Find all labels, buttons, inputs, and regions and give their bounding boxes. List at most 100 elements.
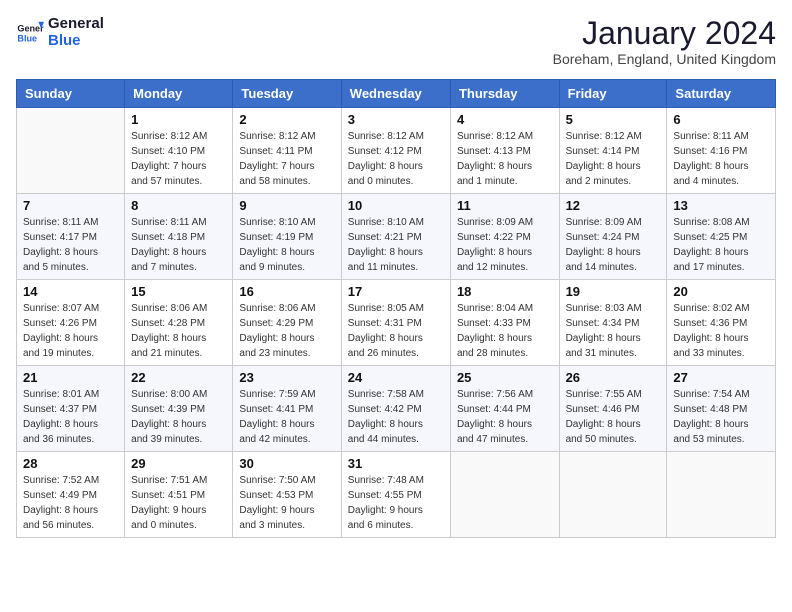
- location-subtitle: Boreham, England, United Kingdom: [553, 51, 776, 67]
- calendar-day-cell: 24Sunrise: 7:58 AM Sunset: 4:42 PM Dayli…: [341, 366, 450, 452]
- svg-text:Blue: Blue: [17, 33, 37, 43]
- calendar-week-row: 1 Sunrise: 8:12 AM Sunset: 4:10 PM Daylig…: [17, 108, 776, 194]
- day-number: 22: [131, 370, 226, 385]
- logo-text-general: General: [48, 16, 104, 33]
- calendar-day-cell: 26 Sunrise: 7:55 AM Sunset: 4:46 PM Dayli…: [559, 366, 667, 452]
- day-info: Sunrise: 7:56 AM Sunset: 4:44 PM Dayligh…: [457, 387, 553, 447]
- day-number: 25: [457, 370, 553, 385]
- calendar-week-row: 7Sunrise: 8:11 AM Sunset: 4:17 PM Daylig…: [17, 194, 776, 280]
- calendar-day-header: Friday: [559, 80, 667, 108]
- calendar-day-cell: 23Sunrise: 7:59 AM Sunset: 4:41 PM Dayli…: [233, 366, 341, 452]
- day-number: 2: [239, 112, 334, 127]
- calendar-day-cell: 8 Sunrise: 8:11 AM Sunset: 4:18 PM Daylig…: [125, 194, 233, 280]
- day-info: Sunrise: 8:02 AM Sunset: 4:36 PM Dayligh…: [673, 301, 769, 361]
- calendar-day-header: Saturday: [667, 80, 776, 108]
- day-number: 17: [348, 284, 444, 299]
- calendar-day-cell: 6 Sunrise: 8:11 AM Sunset: 4:16 PM Daylig…: [667, 108, 776, 194]
- day-info: Sunrise: 8:12 AM Sunset: 4:14 PM Dayligh…: [566, 129, 661, 189]
- day-number: 20: [673, 284, 769, 299]
- day-info: Sunrise: 8:07 AM Sunset: 4:26 PM Dayligh…: [23, 301, 118, 361]
- calendar-day-cell: 1 Sunrise: 8:12 AM Sunset: 4:10 PM Daylig…: [125, 108, 233, 194]
- day-info: Sunrise: 8:05 AM Sunset: 4:31 PM Dayligh…: [348, 301, 444, 361]
- calendar-day-cell: 7Sunrise: 8:11 AM Sunset: 4:17 PM Daylig…: [17, 194, 125, 280]
- day-info: Sunrise: 7:50 AM Sunset: 4:53 PM Dayligh…: [239, 473, 334, 533]
- calendar-day-cell: 18Sunrise: 8:04 AM Sunset: 4:33 PM Dayli…: [450, 280, 559, 366]
- day-info: Sunrise: 8:06 AM Sunset: 4:28 PM Dayligh…: [131, 301, 226, 361]
- calendar-day-cell: 29Sunrise: 7:51 AM Sunset: 4:51 PM Dayli…: [125, 452, 233, 538]
- calendar-day-header: Thursday: [450, 80, 559, 108]
- day-info: Sunrise: 7:52 AM Sunset: 4:49 PM Dayligh…: [23, 473, 118, 533]
- day-number: 15: [131, 284, 226, 299]
- day-number: 28: [23, 456, 118, 471]
- day-info: Sunrise: 7:54 AM Sunset: 4:48 PM Dayligh…: [673, 387, 769, 447]
- calendar-day-cell: 3 Sunrise: 8:12 AM Sunset: 4:12 PM Daylig…: [341, 108, 450, 194]
- logo: General Blue General Blue: [16, 16, 104, 49]
- day-info: Sunrise: 7:59 AM Sunset: 4:41 PM Dayligh…: [239, 387, 334, 447]
- calendar-day-cell: 14 Sunrise: 8:07 AM Sunset: 4:26 PM Dayli…: [17, 280, 125, 366]
- day-number: 14: [23, 284, 118, 299]
- calendar-day-cell: 17 Sunrise: 8:05 AM Sunset: 4:31 PM Dayli…: [341, 280, 450, 366]
- day-info: Sunrise: 8:12 AM Sunset: 4:13 PM Dayligh…: [457, 129, 553, 189]
- day-number: 3: [348, 112, 444, 127]
- month-year-title: January 2024: [553, 16, 776, 51]
- day-info: Sunrise: 8:00 AM Sunset: 4:39 PM Dayligh…: [131, 387, 226, 447]
- calendar-day-cell: 31Sunrise: 7:48 AM Sunset: 4:55 PM Dayli…: [341, 452, 450, 538]
- day-number: 9: [239, 198, 334, 213]
- calendar-day-cell: [450, 452, 559, 538]
- day-info: Sunrise: 8:01 AM Sunset: 4:37 PM Dayligh…: [23, 387, 118, 447]
- calendar-day-cell: 13Sunrise: 8:08 AM Sunset: 4:25 PM Dayli…: [667, 194, 776, 280]
- calendar-day-cell: 25 Sunrise: 7:56 AM Sunset: 4:44 PM Dayli…: [450, 366, 559, 452]
- day-number: 1: [131, 112, 226, 127]
- day-number: 30: [239, 456, 334, 471]
- calendar-day-cell: 30 Sunrise: 7:50 AM Sunset: 4:53 PM Dayli…: [233, 452, 341, 538]
- day-number: 8: [131, 198, 226, 213]
- day-number: 12: [566, 198, 661, 213]
- day-number: 7: [23, 198, 118, 213]
- calendar-week-row: 14 Sunrise: 8:07 AM Sunset: 4:26 PM Dayli…: [17, 280, 776, 366]
- day-number: 19: [566, 284, 661, 299]
- calendar-day-header: Tuesday: [233, 80, 341, 108]
- calendar-day-cell: 10Sunrise: 8:10 AM Sunset: 4:21 PM Dayli…: [341, 194, 450, 280]
- title-section: January 2024 Boreham, England, United Ki…: [553, 16, 776, 67]
- day-info: Sunrise: 8:11 AM Sunset: 4:16 PM Dayligh…: [673, 129, 769, 189]
- calendar-day-cell: 27 Sunrise: 7:54 AM Sunset: 4:48 PM Dayli…: [667, 366, 776, 452]
- calendar-day-cell: 28 Sunrise: 7:52 AM Sunset: 4:49 PM Dayli…: [17, 452, 125, 538]
- calendar-day-cell: 5 Sunrise: 8:12 AM Sunset: 4:14 PM Daylig…: [559, 108, 667, 194]
- day-number: 27: [673, 370, 769, 385]
- day-info: Sunrise: 7:55 AM Sunset: 4:46 PM Dayligh…: [566, 387, 661, 447]
- day-number: 21: [23, 370, 118, 385]
- day-number: 18: [457, 284, 553, 299]
- day-info: Sunrise: 8:09 AM Sunset: 4:22 PM Dayligh…: [457, 215, 553, 275]
- day-info: Sunrise: 8:10 AM Sunset: 4:19 PM Dayligh…: [239, 215, 334, 275]
- day-info: Sunrise: 8:09 AM Sunset: 4:24 PM Dayligh…: [566, 215, 661, 275]
- day-number: 26: [566, 370, 661, 385]
- calendar-day-header: Wednesday: [341, 80, 450, 108]
- calendar-day-cell: 20 Sunrise: 8:02 AM Sunset: 4:36 PM Dayli…: [667, 280, 776, 366]
- calendar-day-header: Sunday: [17, 80, 125, 108]
- calendar-day-cell: [559, 452, 667, 538]
- day-number: 10: [348, 198, 444, 213]
- day-info: Sunrise: 8:12 AM Sunset: 4:10 PM Dayligh…: [131, 129, 226, 189]
- day-number: 6: [673, 112, 769, 127]
- calendar-day-cell: 16Sunrise: 8:06 AM Sunset: 4:29 PM Dayli…: [233, 280, 341, 366]
- calendar-day-cell: 9 Sunrise: 8:10 AM Sunset: 4:19 PM Daylig…: [233, 194, 341, 280]
- calendar-day-cell: 12 Sunrise: 8:09 AM Sunset: 4:24 PM Dayli…: [559, 194, 667, 280]
- calendar-day-header: Monday: [125, 80, 233, 108]
- day-number: 31: [348, 456, 444, 471]
- day-info: Sunrise: 8:12 AM Sunset: 4:12 PM Dayligh…: [348, 129, 444, 189]
- calendar-day-cell: 2Sunrise: 8:12 AM Sunset: 4:11 PM Daylig…: [233, 108, 341, 194]
- day-info: Sunrise: 8:06 AM Sunset: 4:29 PM Dayligh…: [239, 301, 334, 361]
- day-number: 5: [566, 112, 661, 127]
- calendar-day-cell: 11 Sunrise: 8:09 AM Sunset: 4:22 PM Dayli…: [450, 194, 559, 280]
- calendar-day-cell: [17, 108, 125, 194]
- calendar-week-row: 28 Sunrise: 7:52 AM Sunset: 4:49 PM Dayli…: [17, 452, 776, 538]
- calendar-day-cell: 19Sunrise: 8:03 AM Sunset: 4:34 PM Dayli…: [559, 280, 667, 366]
- calendar-header-row: SundayMondayTuesdayWednesdayThursdayFrid…: [17, 80, 776, 108]
- calendar-week-row: 21 Sunrise: 8:01 AM Sunset: 4:37 PM Dayli…: [17, 366, 776, 452]
- logo-icon: General Blue: [16, 19, 44, 47]
- day-number: 11: [457, 198, 553, 213]
- day-info: Sunrise: 7:58 AM Sunset: 4:42 PM Dayligh…: [348, 387, 444, 447]
- day-info: Sunrise: 8:11 AM Sunset: 4:18 PM Dayligh…: [131, 215, 226, 275]
- calendar-day-cell: 22 Sunrise: 8:00 AM Sunset: 4:39 PM Dayli…: [125, 366, 233, 452]
- day-info: Sunrise: 8:08 AM Sunset: 4:25 PM Dayligh…: [673, 215, 769, 275]
